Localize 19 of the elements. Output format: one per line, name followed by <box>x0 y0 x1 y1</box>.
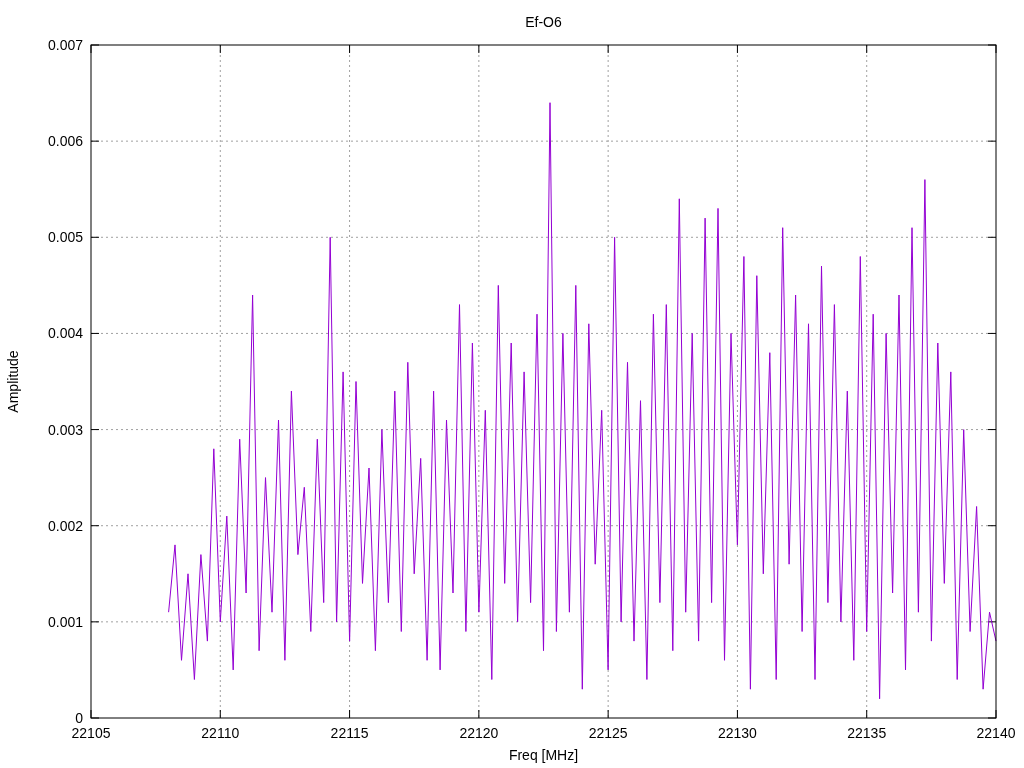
x-tick-label: 22120 <box>459 725 499 741</box>
x-tick-label: 22135 <box>847 725 887 741</box>
y-tick-label: 0.007 <box>47 37 83 53</box>
x-tick-label: 22125 <box>588 725 628 741</box>
y-tick-label: 0 <box>75 710 83 726</box>
y-tick-label: 0.006 <box>47 133 83 150</box>
x-tick-label: 22130 <box>717 725 757 741</box>
x-axis-label: Freq [MHz] <box>508 747 579 763</box>
x-tick-label: 22105 <box>71 725 111 741</box>
y-tick-label: 0.005 <box>47 229 83 246</box>
x-tick-label: 22110 <box>201 725 240 741</box>
y-axis-label: Amplitude <box>5 350 21 413</box>
chart-title: Ef-O6 <box>525 14 562 30</box>
y-tick-label: 0.004 <box>47 325 83 342</box>
y-tick-label: 0.003 <box>47 421 83 438</box>
y-tick-label: 0.001 <box>47 613 83 630</box>
y-tick-label: 0.002 <box>47 517 83 534</box>
x-tick-label: 22140 <box>976 725 1016 741</box>
x-tick-label: 22115 <box>330 725 369 741</box>
